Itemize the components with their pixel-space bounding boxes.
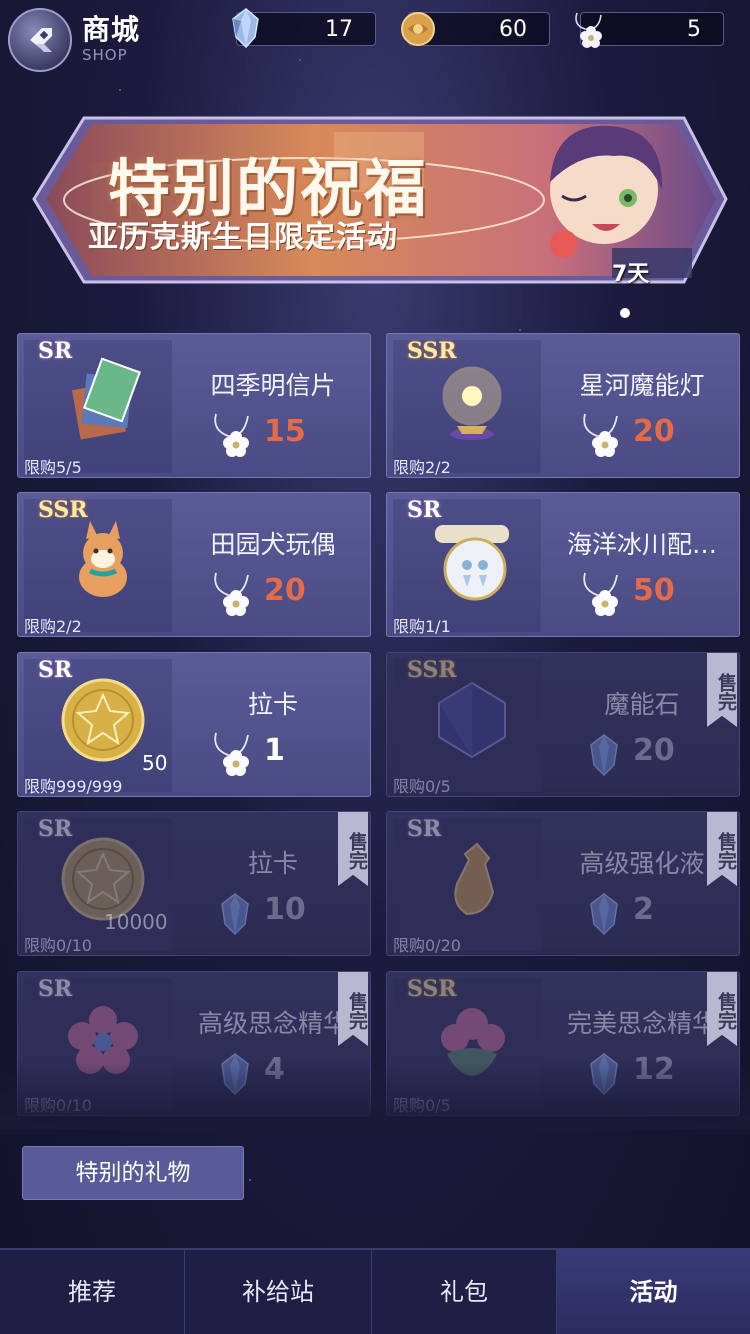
shop-item-card[interactable]: SR 四季明信片 15 限购5/5 bbox=[17, 333, 371, 478]
rarity-badge: SR bbox=[407, 816, 442, 842]
shop-item-card[interactable]: SR 高级强化液 2 限购0/20 售完 bbox=[386, 811, 740, 956]
item-name: 星河魔能灯 bbox=[579, 371, 705, 400]
coin-count: 60 bbox=[499, 17, 527, 42]
shop-item-card[interactable]: SSR 田园犬玩偶 20 限购2/2 bbox=[17, 492, 371, 637]
item-price: 15 bbox=[264, 414, 306, 449]
flower-pendant-icon bbox=[210, 567, 260, 619]
back-arrow-icon bbox=[30, 28, 52, 52]
special-gift-button[interactable]: 特别的礼物 bbox=[22, 1146, 244, 1200]
item-price: 1 bbox=[264, 733, 285, 768]
rarity-badge: SR bbox=[38, 338, 73, 364]
purchase-limit: 限购2/2 bbox=[24, 617, 82, 636]
purchase-limit: 限购1/1 bbox=[393, 617, 451, 636]
crystal-icon bbox=[579, 727, 629, 779]
currency-coin[interactable]: 60 bbox=[401, 12, 550, 46]
shop-item-card[interactable]: SR 拉卡 1 限购999/999 50 bbox=[17, 652, 371, 797]
banner-page-indicator[interactable] bbox=[620, 308, 630, 318]
bottom-tab-bar: 推荐 补给站 礼包 活动 bbox=[0, 1248, 750, 1334]
coin-icon bbox=[401, 12, 435, 46]
item-name: 海洋冰川配… bbox=[566, 530, 717, 559]
pendant-count: 5 bbox=[687, 17, 701, 42]
flower-pendant-icon bbox=[579, 408, 629, 460]
shop-item-card[interactable]: SR 拉卡 10 限购0/10 10000 售完 bbox=[17, 811, 371, 956]
currency-crystal[interactable]: 17 bbox=[232, 8, 376, 49]
header: 商城 SHOP 17 60 5 bbox=[0, 0, 750, 80]
currency-pendant[interactable]: 5 bbox=[575, 12, 724, 48]
item-price: 20 bbox=[264, 573, 306, 608]
item-name: 田园犬玩偶 bbox=[210, 530, 336, 559]
item-price: 10 bbox=[264, 892, 306, 927]
shop-item-card[interactable]: SR 海洋冰川配… 50 限购1/1 bbox=[386, 492, 740, 637]
rarity-badge: SSR bbox=[407, 657, 457, 683]
banner-days-left: 7天 bbox=[612, 262, 650, 287]
shop-item-card[interactable]: SSR 星河魔能灯 20 限购2/2 bbox=[386, 333, 740, 478]
banner-subtitle: 亚历克斯生日限定活动 bbox=[88, 220, 398, 255]
tab-supply[interactable]: 补给站 bbox=[185, 1250, 371, 1334]
flower-pendant-icon bbox=[210, 727, 260, 779]
flower-pendant-icon bbox=[575, 12, 602, 48]
item-quantity: 10000 bbox=[104, 910, 168, 934]
purchase-limit: 限购0/5 bbox=[393, 777, 451, 796]
item-quantity: 50 bbox=[142, 751, 168, 775]
page-title-block: 商城 SHOP bbox=[82, 8, 140, 64]
item-name: 拉卡 bbox=[247, 690, 298, 719]
rarity-badge: SSR bbox=[407, 338, 457, 364]
rarity-badge: SR bbox=[38, 816, 73, 842]
purchase-limit: 限购999/999 bbox=[24, 777, 123, 796]
item-price: 20 bbox=[633, 733, 675, 768]
back-button[interactable] bbox=[8, 8, 72, 72]
item-price: 20 bbox=[633, 414, 675, 449]
item-name: 四季明信片 bbox=[210, 371, 336, 400]
rarity-badge: SSR bbox=[38, 497, 88, 523]
crystal-icon bbox=[232, 8, 259, 49]
shop-item-card[interactable]: SSR 魔能石 20 限购0/5 售完 bbox=[386, 652, 740, 797]
item-price: 50 bbox=[633, 573, 675, 608]
grid-fade-overlay bbox=[0, 1060, 750, 1130]
flower-pendant-icon bbox=[210, 408, 260, 460]
purchase-limit: 限购0/20 bbox=[393, 936, 461, 955]
tab-recommend[interactable]: 推荐 bbox=[0, 1250, 184, 1334]
rarity-badge: SSR bbox=[407, 976, 457, 1002]
rarity-badge: SR bbox=[407, 497, 442, 523]
crystal-count: 17 bbox=[325, 17, 353, 42]
purchase-limit: 限购2/2 bbox=[393, 458, 451, 477]
purchase-limit: 限购5/5 bbox=[24, 458, 82, 477]
flower-pendant-icon bbox=[579, 567, 629, 619]
tab-gift-pack[interactable]: 礼包 bbox=[372, 1250, 556, 1334]
page-title: 商城 bbox=[82, 13, 141, 46]
page-subtitle: SHOP bbox=[82, 46, 128, 64]
crystal-icon bbox=[210, 886, 260, 938]
crystal-icon bbox=[579, 886, 629, 938]
purchase-limit: 限购0/10 bbox=[24, 936, 92, 955]
rarity-badge: SR bbox=[38, 976, 73, 1002]
item-price: 2 bbox=[633, 892, 654, 927]
tab-event[interactable]: 活动 bbox=[557, 1250, 750, 1334]
rarity-badge: SR bbox=[38, 657, 73, 683]
